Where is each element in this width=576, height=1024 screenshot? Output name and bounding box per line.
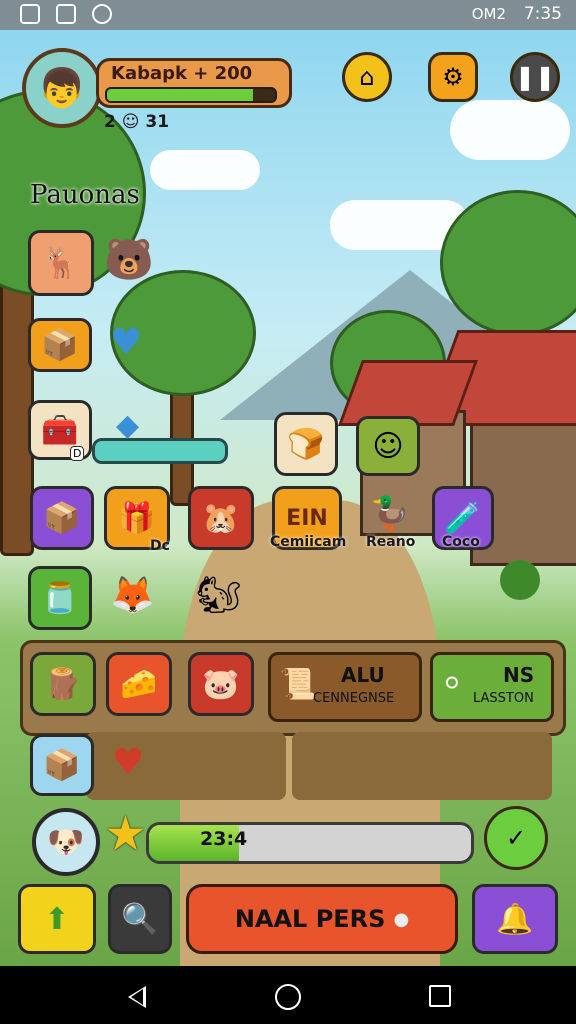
bottle-icon: 🧪	[444, 500, 482, 536]
smile-icon: ☺	[372, 428, 404, 464]
recents-icon[interactable]	[429, 985, 451, 1007]
confirm-button[interactable]: ✓	[484, 806, 548, 870]
android-nav-bar	[0, 966, 576, 1024]
heart-red-icon[interactable]: ♥	[112, 742, 144, 783]
player-name-bar[interactable]: Kabapk + 200	[96, 58, 292, 108]
pet-avatar[interactable]: 🐶	[32, 808, 100, 876]
main-action-label: NAAL PERS	[234, 905, 386, 933]
progress-bar	[146, 822, 474, 864]
cloud	[450, 100, 570, 160]
deer-icon: 🦌	[42, 245, 80, 281]
upgrade-button[interactable]: ⬆	[18, 884, 96, 954]
potted-plant	[500, 560, 540, 600]
face-tile[interactable]: ☺	[356, 416, 420, 476]
star-icon: ★	[104, 806, 148, 862]
home-icon[interactable]	[275, 984, 301, 1010]
search-button[interactable]: 🔍	[108, 884, 172, 954]
jar-icon: 🫙	[41, 580, 79, 616]
shop-label-2: Reano	[366, 534, 416, 550]
crate-tile[interactable]: 📦	[28, 318, 92, 372]
box-icon: 📦	[41, 327, 79, 363]
notification-icon	[92, 4, 112, 24]
water-bar	[92, 438, 228, 464]
cloud	[150, 150, 260, 190]
wood-icon: 🪵	[44, 666, 82, 702]
scroll-icon: 📜	[279, 667, 317, 702]
pig-icon: 🐷	[202, 666, 240, 702]
inventory-slot-pig[interactable]: 🐷	[188, 652, 254, 716]
character-tile[interactable]: 🦌	[28, 230, 94, 296]
xp-bar-fill	[107, 89, 254, 101]
tile-label: Dc	[150, 538, 170, 554]
item-tile-animal[interactable]: 🐹	[188, 486, 254, 550]
main-action-button[interactable]: NAAL PERS ●	[186, 884, 458, 954]
crate-icon: 📦	[43, 747, 81, 783]
heart-icon[interactable]: ♥	[110, 322, 142, 363]
inventory-slot-wood[interactable]: 🪵	[30, 652, 96, 716]
card2-title: NS	[503, 663, 535, 687]
resource-card-2[interactable]: ⚪ NS LASSTON	[430, 652, 554, 722]
duck-icon[interactable]: 🦆	[370, 494, 410, 532]
bread-tile[interactable]: 🍞	[274, 412, 338, 476]
house-button[interactable]: ⌂	[342, 52, 392, 102]
empty-slot-area	[292, 732, 552, 800]
player-stats: 2 ☺ 31	[104, 112, 170, 132]
xp-bar	[105, 87, 277, 103]
beaver-icon: 🐹	[202, 500, 240, 536]
squirrel-icon[interactable]: 🐿	[196, 574, 242, 616]
house-icon: ⌂	[359, 63, 375, 91]
screenshot-icon	[20, 4, 40, 24]
card1-subtitle: CENNEGNSE	[313, 691, 395, 706]
settings-button[interactable]: ⚙	[428, 52, 478, 102]
gift-icon: 🎁	[118, 500, 156, 536]
bear-icon[interactable]: 🐻	[104, 236, 154, 283]
clock: 7:35	[523, 4, 562, 24]
stone-icon: ⚪	[441, 669, 463, 699]
box-slot[interactable]: 📦	[30, 734, 94, 796]
player-avatar[interactable]: 👦	[22, 48, 102, 128]
status-bar: OM2 7:35	[0, 0, 576, 30]
chest-icon: 🧰	[41, 412, 79, 448]
card1-title: ALU	[341, 663, 385, 687]
crystal-icon[interactable]: ◆	[116, 408, 139, 443]
fox-icon[interactable]: 🦊	[110, 574, 155, 616]
arrow-up-icon: ⬆	[44, 901, 70, 937]
coin-icon: ●	[393, 908, 410, 930]
section-title: Pauonas	[30, 180, 140, 210]
cheese-icon: 🧀	[120, 666, 158, 702]
chest-badge: D	[70, 446, 85, 461]
bread-icon: 🍞	[287, 426, 325, 462]
network-label: OM2	[471, 5, 506, 23]
bell-icon: 🔔	[496, 901, 534, 937]
check-icon: ✓	[505, 824, 527, 852]
inventory-slot-cheese[interactable]: 🧀	[106, 652, 172, 716]
shop-label-1: Cemiicam	[270, 534, 347, 550]
gear-icon: ⚙	[442, 63, 464, 91]
pause-button[interactable]: ❚❚	[510, 52, 560, 102]
pause-icon: ❚❚	[514, 63, 556, 91]
gallery-icon	[56, 4, 76, 24]
item-tile-box[interactable]: 📦	[30, 486, 94, 550]
card2-subtitle: LASSTON	[473, 691, 534, 706]
progress-text: 23:4	[200, 828, 248, 850]
magnifier-icon: 🔍	[121, 901, 159, 937]
package-icon: 📦	[43, 500, 81, 536]
map-button[interactable]: 🔔	[472, 884, 558, 954]
player-name-xp: Kabapk + 200	[111, 63, 253, 84]
shop-label-3: Coco	[442, 534, 480, 550]
resource-card-1[interactable]: 📜 ALU CENNEGNSE	[268, 652, 422, 722]
back-icon[interactable]	[128, 986, 146, 1008]
jar-tile[interactable]: 🫙	[28, 566, 92, 630]
